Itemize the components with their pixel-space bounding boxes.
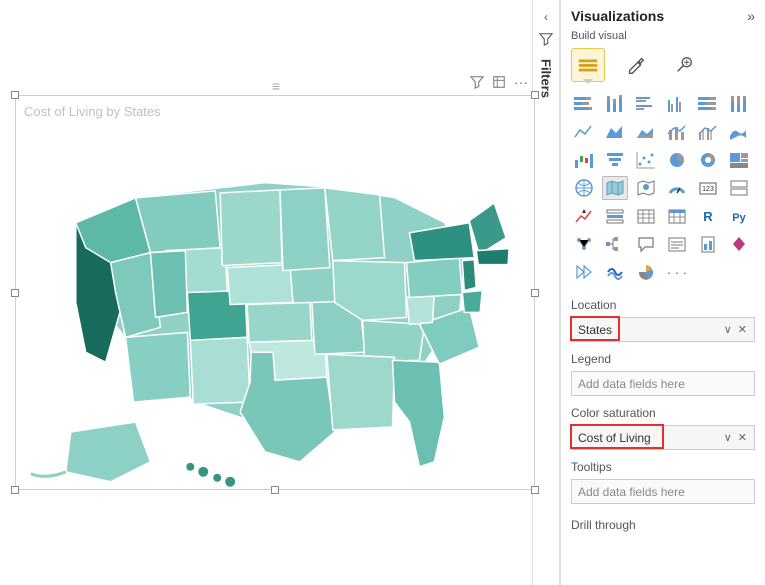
gauge-icon[interactable]	[664, 176, 690, 200]
pane-title: Visualizations	[571, 8, 664, 24]
azure-map-icon[interactable]	[633, 176, 659, 200]
qa-visual-icon[interactable]	[633, 232, 659, 256]
power-apps-icon[interactable]	[726, 232, 752, 256]
legend-section-label: Legend	[571, 352, 755, 366]
resize-handle[interactable]	[11, 486, 19, 494]
location-field-well[interactable]: States ∨✕	[571, 317, 755, 342]
scatter-chart-icon[interactable]	[633, 148, 659, 172]
paginated-report-icon[interactable]	[695, 232, 721, 256]
filled-map-icon[interactable]	[602, 176, 628, 200]
remove-field-icon[interactable]: ✕	[735, 323, 750, 336]
filter-icon	[539, 32, 553, 49]
line-stacked-column-icon[interactable]	[664, 120, 690, 144]
visual-type-gallery: 123 R Py · · ·	[571, 92, 755, 284]
analytics-tab[interactable]	[667, 48, 701, 82]
clustered-column-chart-icon[interactable]	[664, 92, 690, 116]
donut-chart-icon[interactable]	[695, 148, 721, 172]
drill-through-label: Drill through	[571, 518, 755, 532]
slicer-icon[interactable]	[602, 204, 628, 228]
expand-filters-icon[interactable]: ‹	[544, 10, 548, 24]
focus-mode-icon[interactable]	[491, 74, 507, 90]
tooltips-section-label: Tooltips	[571, 460, 755, 474]
resize-handle[interactable]	[531, 289, 539, 297]
line-chart-icon[interactable]	[571, 120, 597, 144]
key-influencers-icon[interactable]	[571, 232, 597, 256]
clustered-bar-chart-icon[interactable]	[633, 92, 659, 116]
stacked-column-chart-icon[interactable]	[602, 92, 628, 116]
power-automate-icon[interactable]	[571, 260, 597, 284]
format-visual-tab[interactable]	[619, 48, 653, 82]
color-saturation-field-value: Cost of Living	[578, 431, 651, 445]
area-chart-icon[interactable]	[602, 120, 628, 144]
remove-field-icon[interactable]: ✕	[735, 431, 750, 444]
svg-text:Py: Py	[732, 212, 746, 224]
arcgis-icon[interactable]	[602, 260, 628, 284]
drag-grip-icon[interactable]: ≡	[272, 78, 278, 94]
legend-placeholder: Add data fields here	[578, 377, 685, 391]
svg-text:R: R	[703, 209, 713, 224]
table-icon[interactable]	[633, 204, 659, 228]
more-visuals-icon[interactable]	[633, 260, 659, 284]
color-saturation-section-label: Color saturation	[571, 406, 755, 420]
decomposition-tree-icon[interactable]	[602, 232, 628, 256]
card-icon[interactable]: 123	[695, 176, 721, 200]
treemap-icon[interactable]	[726, 148, 752, 172]
build-visual-label: Build visual	[571, 30, 755, 42]
more-options-icon[interactable]: ···	[513, 74, 529, 90]
legend-field-well[interactable]: Add data fields here	[571, 371, 755, 396]
filled-map-visual[interactable]	[16, 96, 534, 489]
visual-title: Cost of Living by States	[24, 104, 161, 119]
chevron-down-icon[interactable]: ∨	[721, 431, 735, 444]
resize-handle[interactable]	[531, 486, 539, 494]
waterfall-chart-icon[interactable]	[571, 148, 597, 172]
stacked-bar-chart-icon[interactable]	[571, 92, 597, 116]
visualizations-pane: Visualizations » Build visual	[560, 0, 765, 585]
hundred-stacked-bar-icon[interactable]	[695, 92, 721, 116]
build-visual-tab[interactable]	[571, 48, 605, 82]
chevron-down-icon[interactable]: ∨	[721, 323, 735, 336]
expand-pane-icon[interactable]: »	[747, 8, 755, 24]
pie-chart-icon[interactable]	[664, 148, 690, 172]
ribbon-chart-icon[interactable]	[726, 120, 752, 144]
map-icon[interactable]	[571, 176, 597, 200]
get-visuals-icon[interactable]: · · ·	[664, 260, 690, 284]
python-visual-icon[interactable]: Py	[726, 204, 752, 228]
stacked-area-chart-icon[interactable]	[633, 120, 659, 144]
matrix-icon[interactable]	[664, 204, 690, 228]
color-saturation-field-well[interactable]: Cost of Living ∨✕	[571, 425, 755, 450]
tooltips-field-well[interactable]: Add data fields here	[571, 479, 755, 504]
hundred-stacked-column-icon[interactable]	[726, 92, 752, 116]
resize-handle[interactable]	[271, 486, 279, 494]
resize-handle[interactable]	[11, 91, 19, 99]
map-visual-container[interactable]: ≡ ··· Cost of Living by States	[15, 95, 535, 490]
funnel-chart-icon[interactable]	[602, 148, 628, 172]
r-visual-icon[interactable]: R	[695, 204, 721, 228]
location-section-label: Location	[571, 298, 755, 312]
resize-handle[interactable]	[531, 91, 539, 99]
svg-text:123: 123	[702, 186, 714, 193]
filter-icon[interactable]	[469, 74, 485, 90]
smart-narrative-icon[interactable]	[664, 232, 690, 256]
location-field-value: States	[578, 323, 612, 337]
report-canvas[interactable]: ≡ ··· Cost of Living by States	[0, 0, 532, 585]
multi-row-card-icon[interactable]	[726, 176, 752, 200]
resize-handle[interactable]	[11, 289, 19, 297]
line-clustered-column-icon[interactable]	[695, 120, 721, 144]
kpi-icon[interactable]	[571, 204, 597, 228]
tooltips-placeholder: Add data fields here	[578, 485, 685, 499]
filters-label: Filters	[539, 59, 554, 98]
